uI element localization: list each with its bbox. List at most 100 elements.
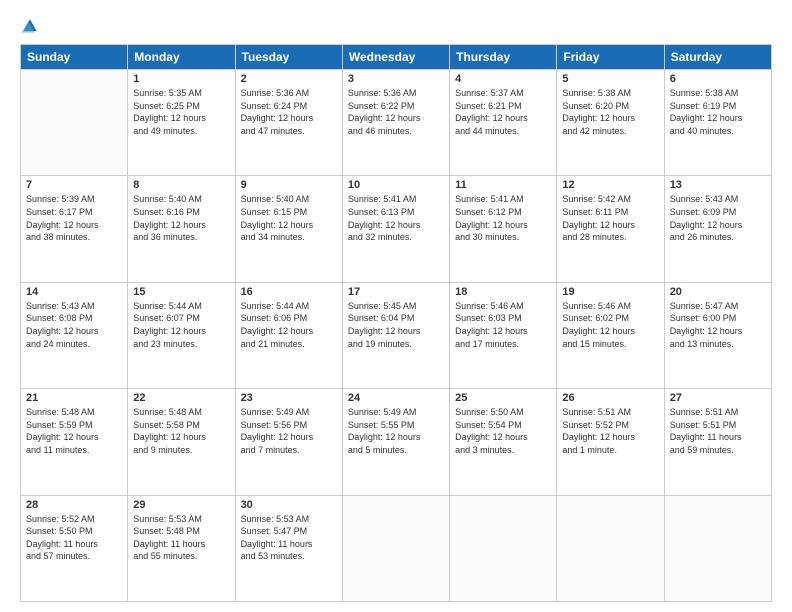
day-number: 11 bbox=[455, 179, 551, 191]
day-info: Sunrise: 5:48 AM Sunset: 5:58 PM Dayligh… bbox=[133, 406, 229, 456]
day-number: 12 bbox=[562, 179, 658, 191]
day-cell bbox=[21, 70, 128, 176]
day-info: Sunrise: 5:38 AM Sunset: 6:19 PM Dayligh… bbox=[670, 87, 766, 137]
day-number: 29 bbox=[133, 499, 229, 511]
day-cell: 28 Sunrise: 5:52 AM Sunset: 5:50 PM Dayli… bbox=[21, 495, 128, 601]
day-info: Sunrise: 5:48 AM Sunset: 5:59 PM Dayligh… bbox=[26, 406, 122, 456]
day-info: Sunrise: 5:40 AM Sunset: 6:15 PM Dayligh… bbox=[241, 193, 337, 243]
col-header-tuesday: Tuesday bbox=[235, 45, 342, 70]
day-info: Sunrise: 5:53 AM Sunset: 5:48 PM Dayligh… bbox=[133, 513, 229, 563]
day-cell: 1Sunrise: 5:35 AM Sunset: 6:25 PM Daylig… bbox=[128, 70, 235, 176]
day-cell: 22 Sunrise: 5:48 AM Sunset: 5:58 PM Dayli… bbox=[128, 389, 235, 495]
day-cell: 2 Sunrise: 5:36 AM Sunset: 6:24 PM Daylig… bbox=[235, 70, 342, 176]
week-row-3: 21Sunrise: 5:48 AM Sunset: 5:59 PM Dayli… bbox=[21, 389, 772, 495]
day-number: 22 bbox=[133, 392, 229, 404]
day-cell: 17 Sunrise: 5:45 AM Sunset: 6:04 PM Dayli… bbox=[342, 282, 449, 388]
day-info: Sunrise: 5:49 AM Sunset: 5:56 PM Dayligh… bbox=[241, 406, 337, 456]
day-info: Sunrise: 5:41 AM Sunset: 6:12 PM Dayligh… bbox=[455, 193, 551, 243]
day-number: 7 bbox=[26, 179, 122, 191]
day-info: Sunrise: 5:35 AM Sunset: 6:25 PM Dayligh… bbox=[133, 87, 229, 137]
day-number: 16 bbox=[241, 286, 337, 298]
day-number: 13 bbox=[670, 179, 766, 191]
day-cell: 26Sunrise: 5:51 AM Sunset: 5:52 PM Dayli… bbox=[557, 389, 664, 495]
header-row: SundayMondayTuesdayWednesdayThursdayFrid… bbox=[21, 45, 772, 70]
day-number: 17 bbox=[348, 286, 444, 298]
day-info: Sunrise: 5:44 AM Sunset: 6:07 PM Dayligh… bbox=[133, 300, 229, 350]
day-info: Sunrise: 5:43 AM Sunset: 6:09 PM Dayligh… bbox=[670, 193, 766, 243]
day-number: 26 bbox=[562, 392, 658, 404]
day-cell: 7 Sunrise: 5:39 AM Sunset: 6:17 PM Daylig… bbox=[21, 176, 128, 282]
day-cell: 27 Sunrise: 5:51 AM Sunset: 5:51 PM Dayli… bbox=[664, 389, 771, 495]
day-info: Sunrise: 5:38 AM Sunset: 6:20 PM Dayligh… bbox=[562, 87, 658, 137]
day-cell: 3 Sunrise: 5:36 AM Sunset: 6:22 PM Daylig… bbox=[342, 70, 449, 176]
day-info: Sunrise: 5:50 AM Sunset: 5:54 PM Dayligh… bbox=[455, 406, 551, 456]
day-info: Sunrise: 5:36 AM Sunset: 6:24 PM Dayligh… bbox=[241, 87, 337, 137]
day-info: Sunrise: 5:42 AM Sunset: 6:11 PM Dayligh… bbox=[562, 193, 658, 243]
day-cell: 19 Sunrise: 5:46 AM Sunset: 6:02 PM Dayli… bbox=[557, 282, 664, 388]
day-number: 20 bbox=[670, 286, 766, 298]
day-cell: 4Sunrise: 5:37 AM Sunset: 6:21 PM Daylig… bbox=[450, 70, 557, 176]
day-cell: 5 Sunrise: 5:38 AM Sunset: 6:20 PM Daylig… bbox=[557, 70, 664, 176]
day-cell: 14 Sunrise: 5:43 AM Sunset: 6:08 PM Dayli… bbox=[21, 282, 128, 388]
day-cell: 25 Sunrise: 5:50 AM Sunset: 5:54 PM Dayli… bbox=[450, 389, 557, 495]
day-info: Sunrise: 5:53 AM Sunset: 5:47 PM Dayligh… bbox=[241, 513, 337, 563]
day-info: Sunrise: 5:46 AM Sunset: 6:03 PM Dayligh… bbox=[455, 300, 551, 350]
col-header-wednesday: Wednesday bbox=[342, 45, 449, 70]
day-cell: 29 Sunrise: 5:53 AM Sunset: 5:48 PM Dayli… bbox=[128, 495, 235, 601]
day-number: 5 bbox=[562, 73, 658, 85]
page: SundayMondayTuesdayWednesdayThursdayFrid… bbox=[0, 0, 792, 612]
day-info: Sunrise: 5:40 AM Sunset: 6:16 PM Dayligh… bbox=[133, 193, 229, 243]
day-info: Sunrise: 5:49 AM Sunset: 5:55 PM Dayligh… bbox=[348, 406, 444, 456]
day-cell: 11 Sunrise: 5:41 AM Sunset: 6:12 PM Dayli… bbox=[450, 176, 557, 282]
week-row-4: 28 Sunrise: 5:52 AM Sunset: 5:50 PM Dayli… bbox=[21, 495, 772, 601]
day-cell: 9 Sunrise: 5:40 AM Sunset: 6:15 PM Daylig… bbox=[235, 176, 342, 282]
day-number: 8 bbox=[133, 179, 229, 191]
day-cell: 23 Sunrise: 5:49 AM Sunset: 5:56 PM Dayli… bbox=[235, 389, 342, 495]
day-cell bbox=[664, 495, 771, 601]
day-number: 2 bbox=[241, 73, 337, 85]
header bbox=[20, 16, 772, 36]
logo-icon bbox=[20, 16, 40, 36]
col-header-friday: Friday bbox=[557, 45, 664, 70]
day-number: 9 bbox=[241, 179, 337, 191]
day-cell bbox=[450, 495, 557, 601]
day-info: Sunrise: 5:46 AM Sunset: 6:02 PM Dayligh… bbox=[562, 300, 658, 350]
day-number: 25 bbox=[455, 392, 551, 404]
day-number: 18 bbox=[455, 286, 551, 298]
day-number: 28 bbox=[26, 499, 122, 511]
day-info: Sunrise: 5:41 AM Sunset: 6:13 PM Dayligh… bbox=[348, 193, 444, 243]
day-info: Sunrise: 5:51 AM Sunset: 5:51 PM Dayligh… bbox=[670, 406, 766, 456]
day-cell: 16 Sunrise: 5:44 AM Sunset: 6:06 PM Dayli… bbox=[235, 282, 342, 388]
day-cell bbox=[342, 495, 449, 601]
day-info: Sunrise: 5:39 AM Sunset: 6:17 PM Dayligh… bbox=[26, 193, 122, 243]
logo bbox=[20, 16, 44, 36]
day-number: 30 bbox=[241, 499, 337, 511]
day-cell: 13 Sunrise: 5:43 AM Sunset: 6:09 PM Dayli… bbox=[664, 176, 771, 282]
day-cell: 30 Sunrise: 5:53 AM Sunset: 5:47 PM Dayli… bbox=[235, 495, 342, 601]
day-info: Sunrise: 5:45 AM Sunset: 6:04 PM Dayligh… bbox=[348, 300, 444, 350]
col-header-thursday: Thursday bbox=[450, 45, 557, 70]
day-info: Sunrise: 5:44 AM Sunset: 6:06 PM Dayligh… bbox=[241, 300, 337, 350]
day-cell: 24Sunrise: 5:49 AM Sunset: 5:55 PM Dayli… bbox=[342, 389, 449, 495]
day-number: 15 bbox=[133, 286, 229, 298]
day-number: 23 bbox=[241, 392, 337, 404]
day-cell: 8 Sunrise: 5:40 AM Sunset: 6:16 PM Daylig… bbox=[128, 176, 235, 282]
day-cell: 12 Sunrise: 5:42 AM Sunset: 6:11 PM Dayli… bbox=[557, 176, 664, 282]
day-cell: 20 Sunrise: 5:47 AM Sunset: 6:00 PM Dayli… bbox=[664, 282, 771, 388]
col-header-saturday: Saturday bbox=[664, 45, 771, 70]
day-number: 6 bbox=[670, 73, 766, 85]
day-info: Sunrise: 5:47 AM Sunset: 6:00 PM Dayligh… bbox=[670, 300, 766, 350]
day-info: Sunrise: 5:52 AM Sunset: 5:50 PM Dayligh… bbox=[26, 513, 122, 563]
day-number: 10 bbox=[348, 179, 444, 191]
week-row-0: 1Sunrise: 5:35 AM Sunset: 6:25 PM Daylig… bbox=[21, 70, 772, 176]
calendar: SundayMondayTuesdayWednesdayThursdayFrid… bbox=[20, 44, 772, 602]
day-info: Sunrise: 5:43 AM Sunset: 6:08 PM Dayligh… bbox=[26, 300, 122, 350]
week-row-2: 14 Sunrise: 5:43 AM Sunset: 6:08 PM Dayli… bbox=[21, 282, 772, 388]
day-number: 3 bbox=[348, 73, 444, 85]
day-number: 27 bbox=[670, 392, 766, 404]
day-number: 19 bbox=[562, 286, 658, 298]
day-number: 14 bbox=[26, 286, 122, 298]
day-cell: 18 Sunrise: 5:46 AM Sunset: 6:03 PM Dayli… bbox=[450, 282, 557, 388]
day-info: Sunrise: 5:36 AM Sunset: 6:22 PM Dayligh… bbox=[348, 87, 444, 137]
day-info: Sunrise: 5:37 AM Sunset: 6:21 PM Dayligh… bbox=[455, 87, 551, 137]
